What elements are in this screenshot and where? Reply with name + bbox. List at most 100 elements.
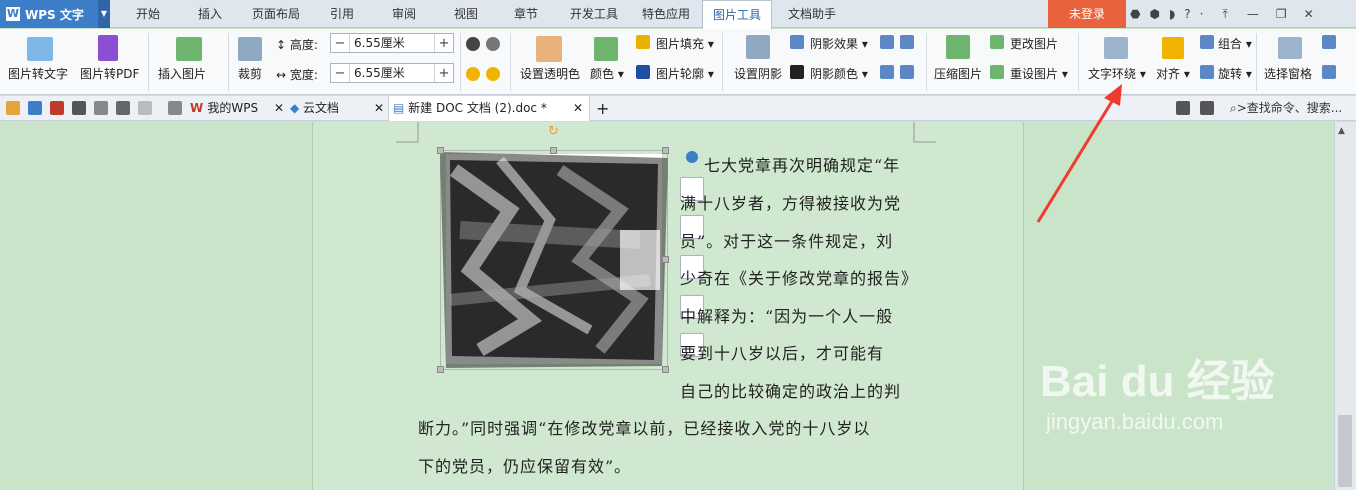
change-picture-button[interactable]: 更改图片 <box>1010 35 1058 52</box>
send-backward-icon[interactable] <box>1322 65 1336 79</box>
shadow-left-icon[interactable] <box>880 65 894 79</box>
insert-picture-button[interactable]: 插入图片 <box>158 65 206 82</box>
height-input[interactable]: 6.55厘米 <box>349 34 435 52</box>
set-shadow-button[interactable]: 设置阴影 <box>734 65 782 82</box>
picture-to-pdf-button[interactable]: 图片转PDF <box>80 65 139 82</box>
minimize-icon[interactable]: — <box>1247 7 1259 21</box>
resize-handle-top[interactable] <box>550 147 557 154</box>
resize-handle-bottom-left[interactable] <box>437 366 444 373</box>
close-icon[interactable]: ✕ <box>573 96 583 121</box>
window-controls: ⬣ ⬢ ◗ ? · ⤒ — ❐ ✕ <box>1130 0 1314 28</box>
new-tab-button[interactable]: + <box>596 96 610 121</box>
width-input[interactable]: 6.55厘米 <box>349 64 435 82</box>
undo-icon[interactable] <box>116 101 130 115</box>
share-icon[interactable]: ◗ <box>1169 7 1175 21</box>
tab-reference[interactable]: 引用 <box>318 0 366 28</box>
login-button[interactable]: 未登录 <box>1048 0 1126 28</box>
tab-review[interactable]: 审阅 <box>380 0 428 28</box>
resize-handle-bottom-right[interactable] <box>662 366 669 373</box>
tab-developer[interactable]: 开发工具 <box>562 0 626 28</box>
pin-icon[interactable] <box>1200 101 1214 115</box>
width-decrease-button[interactable]: − <box>331 66 349 81</box>
shadow-effect-button[interactable]: 阴影效果 ▾ <box>810 35 868 52</box>
tab-page-layout[interactable]: 页面布局 <box>244 0 308 28</box>
close-icon[interactable]: ✕ <box>1304 7 1314 21</box>
contrast-icon[interactable] <box>466 37 480 51</box>
selection-pane-button[interactable]: 选择窗格 <box>1264 65 1312 82</box>
crop-button[interactable]: 裁剪 <box>238 65 262 82</box>
resize-handle-top-right[interactable] <box>662 147 669 154</box>
width-increase-button[interactable]: + <box>435 66 453 81</box>
restore-icon[interactable]: ❐ <box>1276 7 1287 21</box>
rotate-button[interactable]: 旋转 ▾ <box>1218 65 1252 82</box>
paragraph-line: 断力。”同时强调“在修改党章以前，已经接收入党的十八岁以 <box>418 419 871 438</box>
settings-icon[interactable]: ⬢ <box>1149 7 1159 21</box>
shadow-right-icon[interactable] <box>900 65 914 79</box>
tab-document[interactable]: ▤ 新建 DOC 文档 (2).doc * ✕ <box>388 96 590 121</box>
scrollbar-thumb[interactable] <box>1338 415 1352 487</box>
close-icon[interactable]: ✕ <box>374 96 384 121</box>
brightness-up-icon[interactable] <box>466 67 480 81</box>
tab-picture-tools[interactable]: 图片工具 <box>702 0 772 29</box>
picture-to-text-button[interactable]: 图片转文字 <box>8 65 68 82</box>
chevron-down-icon[interactable] <box>168 101 182 115</box>
height-decrease-button[interactable]: − <box>331 36 349 51</box>
contrast-down-icon[interactable] <box>486 37 500 51</box>
skin-icon[interactable]: ⬣ <box>1130 7 1140 21</box>
tab-cloud-docs[interactable]: ◆ 云文档 ✕ <box>290 96 386 121</box>
rotate-icon <box>1200 65 1214 79</box>
scroll-up-icon[interactable]: ▲ <box>1338 126 1345 136</box>
width-spinner[interactable]: − 6.55厘米 + <box>330 63 454 83</box>
help-icon[interactable]: ? <box>1184 7 1190 21</box>
tab-features[interactable]: 特色应用 <box>634 0 698 28</box>
shadow-up-icon[interactable] <box>880 35 894 49</box>
set-transparent-color-button[interactable]: 设置透明色 <box>520 65 580 82</box>
text-wrap-button[interactable]: 文字环绕 ▾ <box>1088 65 1146 82</box>
height-increase-button[interactable]: + <box>435 36 453 51</box>
tab-start[interactable]: 开始 <box>122 0 174 28</box>
tab-doc-assistant[interactable]: 文档助手 <box>780 0 844 28</box>
collapse-paragraph-icon[interactable] <box>686 151 698 163</box>
close-icon[interactable]: ✕ <box>274 96 284 121</box>
fill-bucket-icon <box>636 35 650 49</box>
chevron-down-icon[interactable]: · <box>1200 7 1204 21</box>
color-button[interactable]: 颜色 ▾ <box>590 65 624 82</box>
wps-logo-icon: W <box>6 7 20 21</box>
chevron-down-icon[interactable]: ▼ <box>98 0 110 28</box>
media-icon[interactable] <box>1176 101 1190 115</box>
open-icon[interactable] <box>6 101 20 115</box>
shadow-effect-icon <box>790 35 804 49</box>
shadow-down-icon[interactable] <box>900 35 914 49</box>
print-preview-icon[interactable] <box>94 101 108 115</box>
export-pdf-icon[interactable] <box>50 101 64 115</box>
align-button[interactable]: 对齐 ▾ <box>1156 65 1190 82</box>
command-search[interactable]: ⌕>查找命令、搜索... <box>1230 96 1342 121</box>
app-menu-button[interactable]: W WPS 文字 ▼ <box>0 0 110 28</box>
height-spinner[interactable]: − 6.55厘米 + <box>330 33 454 53</box>
resize-handle-right[interactable] <box>662 256 669 263</box>
width-label: ↔ 宽度: <box>276 68 318 82</box>
compress-picture-button[interactable]: 压缩图片 <box>934 65 982 82</box>
fullscreen-icon[interactable]: ⤒ <box>1223 7 1228 22</box>
watermark-url: jingyan.baidu.com <box>1046 409 1224 434</box>
picture-fill-button[interactable]: 图片填充 ▾ <box>656 35 714 52</box>
reset-picture-button[interactable]: 重设图片 ▾ <box>1010 65 1068 82</box>
align-icon <box>1162 37 1184 59</box>
tab-my-wps[interactable]: W 我的WPS ✕ <box>190 96 286 121</box>
shadow-icon <box>746 35 770 59</box>
watermark-brand: Bai du 经验 <box>1040 357 1275 406</box>
save-icon[interactable] <box>28 101 42 115</box>
redo-icon[interactable] <box>138 101 152 115</box>
tab-section[interactable]: 章节 <box>502 0 550 28</box>
tab-insert[interactable]: 插入 <box>184 0 236 28</box>
resize-handle-top-left[interactable] <box>437 147 444 154</box>
rotate-handle-icon[interactable]: ↻ <box>548 124 559 139</box>
tab-view[interactable]: 视图 <box>442 0 490 28</box>
brightness-down-icon[interactable] <box>486 67 500 81</box>
bring-forward-icon[interactable] <box>1322 35 1336 49</box>
picture-outline-button[interactable]: 图片轮廓 ▾ <box>656 65 714 82</box>
selected-picture[interactable] <box>440 150 668 370</box>
shadow-color-button[interactable]: 阴影颜色 ▾ <box>810 65 868 82</box>
group-button[interactable]: 组合 ▾ <box>1218 35 1252 52</box>
print-icon[interactable] <box>72 101 86 115</box>
